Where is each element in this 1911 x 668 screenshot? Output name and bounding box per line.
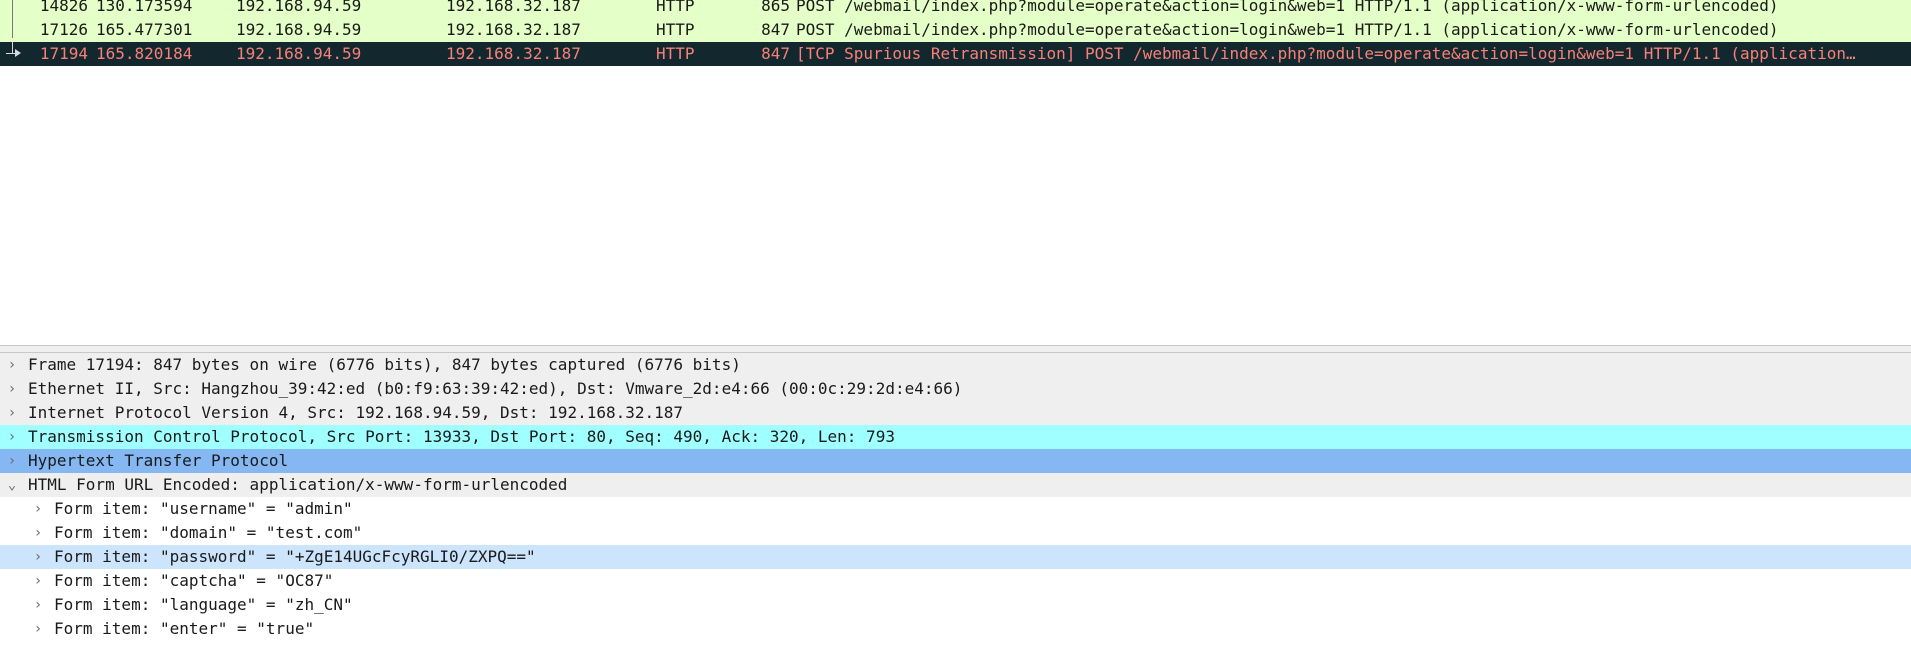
packet-number: 17126 [39, 20, 88, 39]
pane-splitter[interactable] [0, 345, 1911, 353]
tree-item-form-captcha[interactable]: › Form item: "captcha" = "OC87" [0, 569, 1911, 593]
packet-row-selected[interactable]: 17194 165.820184 192.168.94.59 192.168.3… [0, 42, 1911, 66]
tree-item-label: HTML Form URL Encoded: application/x-www… [28, 475, 568, 494]
tree-item-ethernet[interactable]: › Ethernet II, Src: Hangzhou_39:42:ed (b… [0, 377, 1911, 401]
chevron-right-icon[interactable]: › [4, 425, 20, 449]
chevron-right-icon[interactable]: › [4, 401, 20, 425]
packet-info: [TCP Spurious Retransmission] POST /webm… [796, 44, 1856, 63]
chevron-right-icon[interactable]: › [30, 593, 46, 617]
related-packet-marker [0, 18, 20, 42]
packet-protocol: HTTP [656, 20, 695, 39]
packet-protocol: HTTP [656, 44, 695, 63]
chevron-right-icon[interactable]: › [30, 521, 46, 545]
packet-protocol: HTTP [656, 0, 695, 15]
packet-destination: 192.168.32.187 [446, 20, 581, 39]
chevron-right-icon[interactable]: › [30, 617, 46, 641]
current-packet-marker [0, 42, 21, 66]
packet-source: 192.168.94.59 [236, 0, 362, 15]
tree-item-form-language[interactable]: › Form item: "language" = "zh_CN" [0, 593, 1911, 617]
packet-length: 847 [761, 44, 790, 63]
packet-time: 130.173594 [96, 0, 193, 15]
tree-item-label: Form item: "domain" = "test.com" [54, 523, 363, 542]
tree-item-label: Internet Protocol Version 4, Src: 192.16… [28, 403, 684, 422]
tree-item-form-enter[interactable]: › Form item: "enter" = "true" [0, 617, 1911, 641]
packet-info: POST /webmail/index.php?module=operate&a… [796, 20, 1779, 39]
chevron-down-icon[interactable]: ⌄ [4, 473, 20, 497]
chevron-right-icon[interactable]: › [4, 353, 20, 377]
packet-source: 192.168.94.59 [236, 20, 362, 39]
packet-length: 847 [761, 20, 790, 39]
packet-time: 165.820184 [96, 44, 193, 63]
tree-item-label: Frame 17194: 847 bytes on wire (6776 bit… [28, 355, 741, 374]
tree-item-label: Transmission Control Protocol, Src Port:… [28, 427, 895, 446]
tree-item-tcp[interactable]: › Transmission Control Protocol, Src Por… [0, 425, 1911, 449]
tree-item-label: Ethernet II, Src: Hangzhou_39:42:ed (b0:… [28, 379, 963, 398]
chevron-right-icon[interactable]: › [4, 377, 20, 401]
packet-list-pane: 14826 130.173594 192.168.94.59 192.168.3… [0, 0, 1911, 345]
chevron-right-icon[interactable]: › [30, 497, 46, 521]
tree-item-label: Form item: "captcha" = "OC87" [54, 571, 334, 590]
packet-destination: 192.168.32.187 [446, 44, 581, 63]
tree-item-ip[interactable]: › Internet Protocol Version 4, Src: 192.… [0, 401, 1911, 425]
packet-time: 165.477301 [96, 20, 193, 39]
tree-item-label: Hypertext Transfer Protocol [28, 451, 289, 470]
packet-row[interactable]: 14826 130.173594 192.168.94.59 192.168.3… [0, 0, 1911, 18]
tree-item-form-password[interactable]: › Form item: "password" = "+ZgE14UGcFcyR… [0, 545, 1911, 569]
tree-item-form-username[interactable]: › Form item: "username" = "admin" [0, 497, 1911, 521]
tree-item-label: Form item: "username" = "admin" [54, 499, 353, 518]
packet-source: 192.168.94.59 [236, 44, 362, 63]
packet-length: 865 [761, 0, 790, 15]
chevron-right-icon[interactable]: › [4, 449, 20, 473]
packet-details-pane: › Frame 17194: 847 bytes on wire (6776 b… [0, 353, 1911, 668]
tree-item-form-domain[interactable]: › Form item: "domain" = "test.com" [0, 521, 1911, 545]
packet-number: 17194 [39, 44, 88, 63]
packet-destination: 192.168.32.187 [446, 0, 581, 15]
tree-item-http[interactable]: › Hypertext Transfer Protocol [0, 449, 1911, 473]
tree-item-frame[interactable]: › Frame 17194: 847 bytes on wire (6776 b… [0, 353, 1911, 377]
packet-info: POST /webmail/index.php?module=operate&a… [796, 0, 1779, 15]
chevron-right-icon[interactable]: › [30, 545, 46, 569]
packet-number: 14826 [39, 0, 88, 15]
tree-item-label: Form item: "password" = "+ZgE14UGcFcyRGL… [54, 547, 536, 566]
tree-item-label: Form item: "language" = "zh_CN" [54, 595, 353, 614]
tree-item-form-urlencoded[interactable]: ⌄ HTML Form URL Encoded: application/x-w… [0, 473, 1911, 497]
packet-row[interactable]: 17126 165.477301 192.168.94.59 192.168.3… [0, 18, 1911, 42]
tree-item-label: Form item: "enter" = "true" [54, 619, 315, 638]
related-packet-marker [0, 0, 20, 18]
chevron-right-icon[interactable]: › [30, 569, 46, 593]
